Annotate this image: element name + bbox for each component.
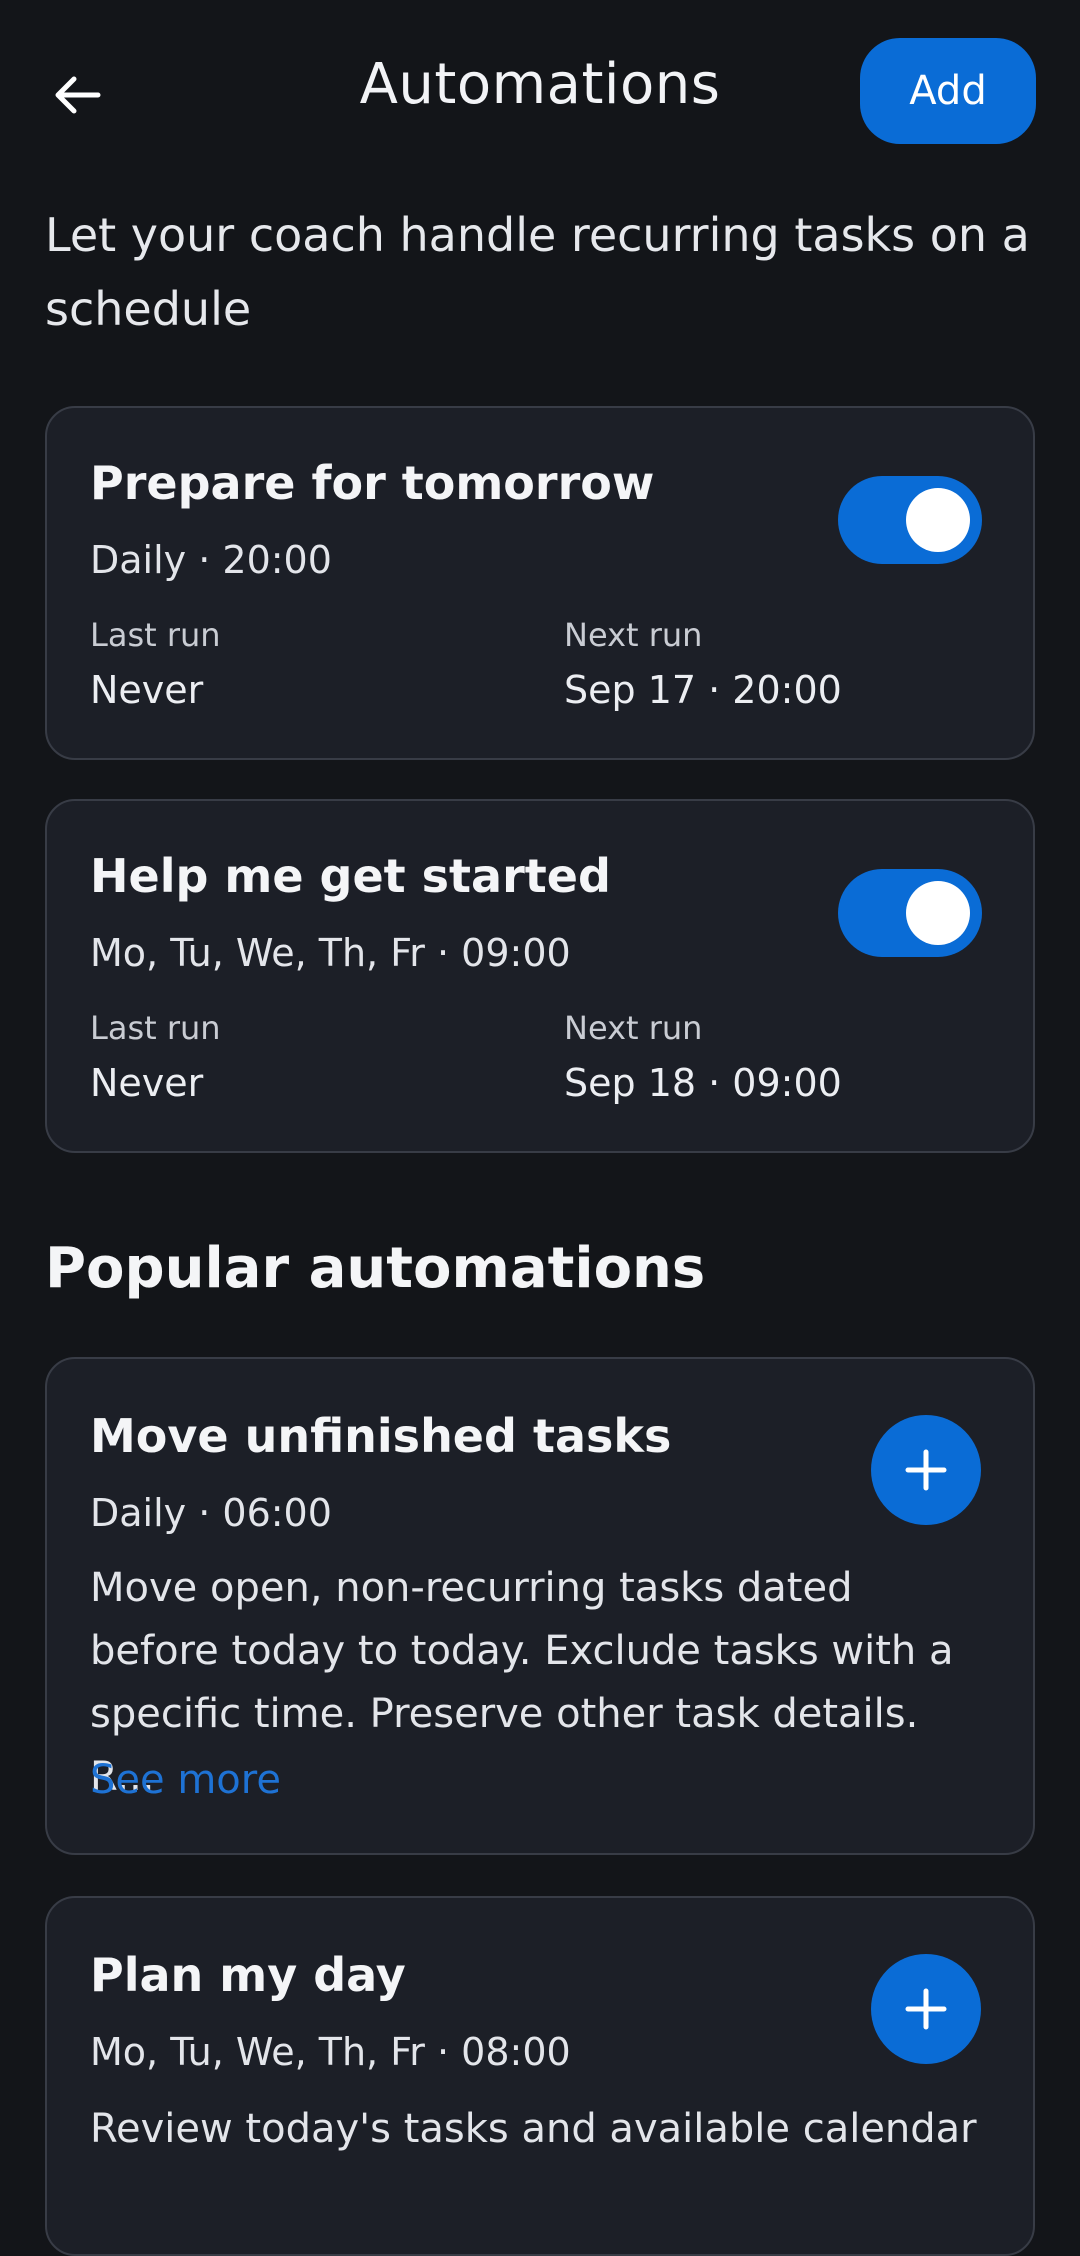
add-popular-automation-button[interactable] — [871, 1954, 981, 2064]
next-run-label: Next run — [564, 616, 703, 654]
popular-automation-card[interactable]: Move unfinished tasks Daily · 06:00 Move… — [45, 1357, 1035, 1855]
add-popular-automation-button[interactable] — [871, 1415, 981, 1525]
automation-title: Help me get started — [90, 849, 611, 903]
last-run-label: Last run — [90, 1009, 221, 1047]
last-run-label: Last run — [90, 616, 221, 654]
toggle-knob — [906, 881, 970, 945]
next-run-label: Next run — [564, 1009, 703, 1047]
plus-icon — [905, 1449, 947, 1491]
automation-title: Prepare for tomorrow — [90, 456, 655, 510]
description-line: Review today's tasks and available calen… — [90, 2106, 977, 2152]
automation-schedule: Mo, Tu, We, Th, Fr · 09:00 — [90, 931, 571, 975]
popular-automation-schedule: Mo, Tu, We, Th, Fr · 08:00 — [90, 2030, 571, 2074]
app-header: Automations Add — [0, 0, 1080, 184]
automation-enabled-toggle[interactable] — [838, 869, 982, 957]
plus-icon — [905, 1988, 947, 2030]
last-run-value: Never — [90, 668, 204, 712]
next-run-value: Sep 17 · 20:00 — [564, 668, 842, 712]
last-run-value: Never — [90, 1061, 204, 1105]
add-automation-button[interactable]: Add — [860, 38, 1036, 144]
popular-automations-heading: Popular automations — [45, 1236, 706, 1301]
popular-automation-title: Move unfinished tasks — [90, 1409, 672, 1463]
description-line: before today to today. Exclude tasks wit… — [90, 1628, 954, 1674]
popular-automation-title: Plan my day — [90, 1948, 406, 2002]
description-line: Move open, non-recurring tasks dated — [90, 1565, 853, 1611]
intro-text: Let your coach handle recurring tasks on… — [45, 208, 1030, 336]
automation-enabled-toggle[interactable] — [838, 476, 982, 564]
popular-automation-schedule: Daily · 06:00 — [90, 1491, 332, 1535]
popular-automation-description: Review today's tasks and available calen… — [90, 2098, 990, 2161]
next-run-value: Sep 18 · 09:00 — [564, 1061, 842, 1105]
automation-schedule: Daily · 20:00 — [90, 538, 332, 582]
automation-card[interactable]: Prepare for tomorrow Daily · 20:00 Last … — [45, 406, 1035, 760]
toggle-knob — [906, 488, 970, 552]
automation-card[interactable]: Help me get started Mo, Tu, We, Th, Fr ·… — [45, 799, 1035, 1153]
see-more-link[interactable]: See more — [90, 1757, 281, 1803]
popular-automation-card[interactable]: Plan my day Mo, Tu, We, Th, Fr · 08:00 R… — [45, 1896, 1035, 2256]
